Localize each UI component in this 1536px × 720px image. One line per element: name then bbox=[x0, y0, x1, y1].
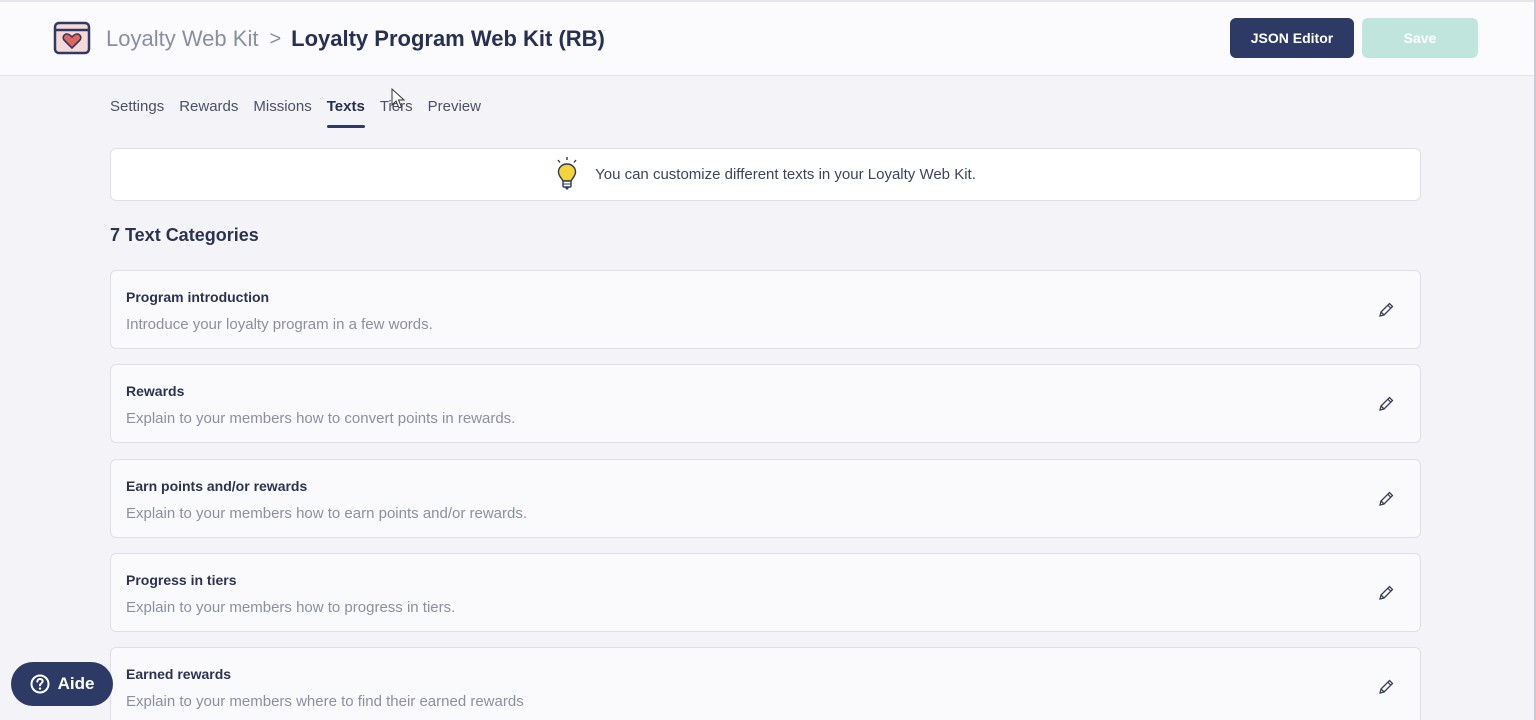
tab-bar: Settings Rewards Missions Texts Tiers Pr… bbox=[110, 96, 496, 128]
category-description: Introduce your loyalty program in a few … bbox=[126, 316, 433, 333]
category-card-rewards[interactable]: Rewards Explain to your members how to c… bbox=[110, 364, 1421, 443]
help-button[interactable]: Aide bbox=[11, 662, 113, 706]
page-title: Loyalty Program Web Kit (RB) bbox=[291, 26, 605, 51]
pencil-icon[interactable] bbox=[1377, 301, 1395, 319]
info-text: You can customize different texts in you… bbox=[595, 166, 976, 183]
breadcrumb: Loyalty Web Kit > Loyalty Program Web Ki… bbox=[106, 24, 605, 54]
category-description: Explain to your members where to find th… bbox=[126, 693, 524, 710]
category-title: Rewards bbox=[126, 383, 185, 399]
tab-texts[interactable]: Texts bbox=[326, 96, 365, 128]
breadcrumb-separator: > bbox=[269, 27, 282, 50]
heart-calendar-icon bbox=[53, 21, 91, 55]
tab-settings[interactable]: Settings bbox=[110, 96, 164, 128]
category-card-earned-rewards[interactable]: Earned rewards Explain to your members w… bbox=[110, 647, 1421, 720]
tab-missions[interactable]: Missions bbox=[253, 96, 311, 128]
pencil-icon[interactable] bbox=[1377, 490, 1395, 508]
category-description: Explain to your members how to convert p… bbox=[126, 410, 516, 427]
top-header: Loyalty Web Kit > Loyalty Program Web Ki… bbox=[0, 0, 1536, 76]
lightbulb-icon bbox=[557, 156, 577, 189]
help-label: Aide bbox=[57, 674, 95, 693]
category-title: Program introduction bbox=[126, 289, 270, 305]
category-description: Explain to your members how to progress … bbox=[126, 599, 456, 616]
json-editor-button[interactable]: JSON Editor bbox=[1230, 18, 1354, 58]
section-title: 7 Text Categories bbox=[110, 225, 259, 245]
tab-rewards[interactable]: Rewards bbox=[179, 96, 238, 128]
breadcrumb-parent-link[interactable]: Loyalty Web Kit bbox=[106, 26, 258, 52]
category-title: Earned rewards bbox=[126, 666, 232, 682]
category-title: Earn points and/or rewards bbox=[126, 478, 308, 494]
pencil-icon[interactable] bbox=[1377, 395, 1395, 413]
pencil-icon[interactable] bbox=[1377, 678, 1395, 696]
category-card-progress-in-tiers[interactable]: Progress in tiers Explain to your member… bbox=[110, 553, 1421, 632]
save-button[interactable]: Save bbox=[1362, 18, 1478, 58]
info-banner: You can customize different texts in you… bbox=[110, 148, 1421, 201]
category-description: Explain to your members how to earn poin… bbox=[126, 505, 528, 522]
category-card-program-introduction[interactable]: Program introduction Introduce your loya… bbox=[110, 270, 1421, 349]
category-card-earn-points[interactable]: Earn points and/or rewards Explain to yo… bbox=[110, 459, 1421, 538]
question-circle-icon bbox=[30, 674, 50, 694]
mouse-cursor-icon bbox=[391, 88, 405, 109]
pencil-icon[interactable] bbox=[1377, 584, 1395, 602]
tab-preview[interactable]: Preview bbox=[428, 96, 481, 128]
category-title: Progress in tiers bbox=[126, 572, 237, 588]
